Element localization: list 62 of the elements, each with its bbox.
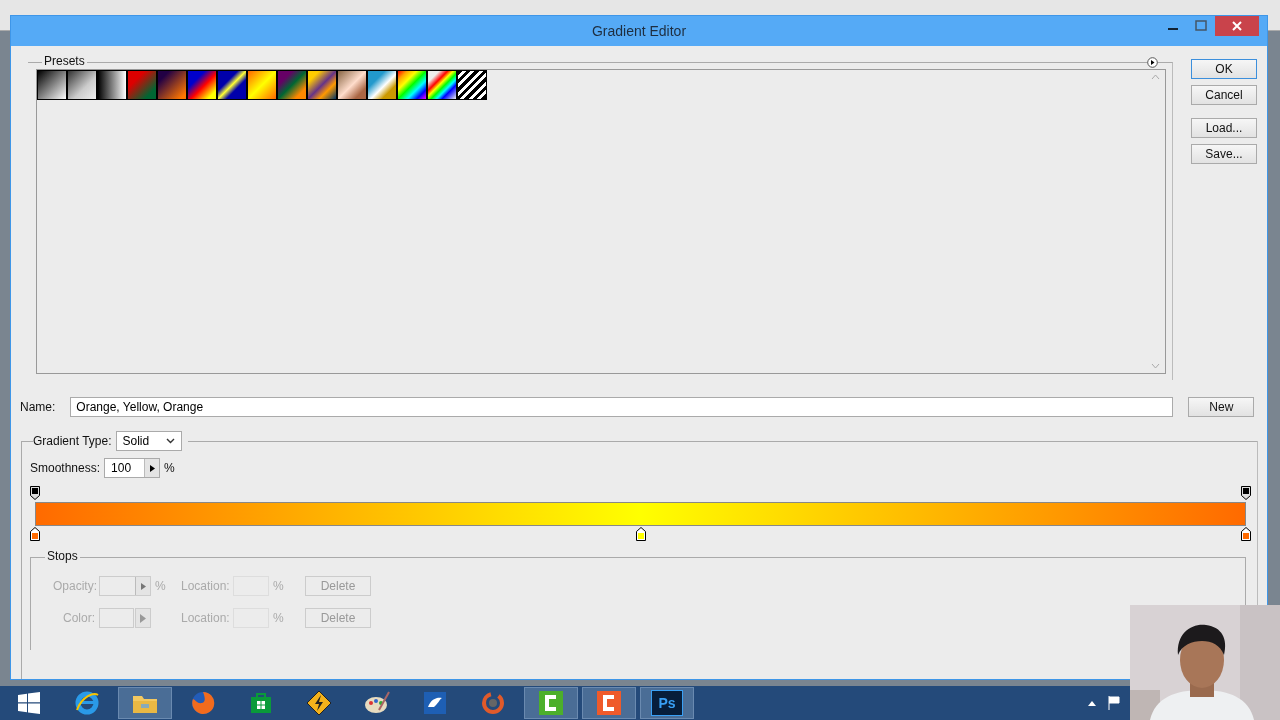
taskbar-button[interactable] xyxy=(582,687,636,719)
taskbar-button[interactable]: Ps xyxy=(640,687,694,719)
dialog-button[interactable]: OK xyxy=(1191,59,1257,79)
name-label: Name: xyxy=(20,400,56,414)
dialog-button[interactable]: Save... xyxy=(1191,144,1257,164)
presets-label: Presets xyxy=(42,54,87,68)
gradient-swatch[interactable] xyxy=(307,70,337,100)
close-icon[interactable] xyxy=(1215,16,1259,36)
color-stop[interactable] xyxy=(635,527,646,541)
gradient-swatch[interactable] xyxy=(157,70,187,100)
ring-icon xyxy=(480,690,506,716)
gradient-swatch[interactable] xyxy=(217,70,247,100)
gradient-swatch[interactable] xyxy=(427,70,457,100)
location-label: Location: xyxy=(181,579,229,593)
gradient-swatch[interactable] xyxy=(457,70,487,100)
dialog-button[interactable]: Load... xyxy=(1191,118,1257,138)
windows-logo-icon xyxy=(17,691,41,715)
dialog-button[interactable]: Cancel xyxy=(1191,85,1257,105)
lightning-icon xyxy=(306,690,332,716)
taskbar-button[interactable] xyxy=(524,687,578,719)
gradient-swatch[interactable] xyxy=(97,70,127,100)
globe-icon xyxy=(190,690,216,716)
opacity-stop[interactable] xyxy=(1241,486,1251,500)
percent-label: % xyxy=(164,461,175,475)
gradient-swatch[interactable] xyxy=(127,70,157,100)
gradient-swatch[interactable] xyxy=(247,70,277,100)
gradient-swatch[interactable] xyxy=(37,70,67,100)
gradient-swatch[interactable] xyxy=(187,70,217,100)
location-label: Location: xyxy=(181,611,229,625)
bird-icon xyxy=(423,691,447,715)
gradient-swatch[interactable] xyxy=(367,70,397,100)
gradient-swatch[interactable] xyxy=(277,70,307,100)
stop-field-label: Color: xyxy=(62,611,95,625)
stop-field-label: Opacity: xyxy=(53,579,95,593)
percent-label: % xyxy=(155,579,167,593)
shopping-bag-icon xyxy=(249,691,273,715)
color-stop[interactable] xyxy=(1241,527,1251,541)
gradient-type-label: Gradient Type: xyxy=(33,434,112,448)
new-button[interactable]: New xyxy=(1188,397,1255,417)
percent-label: % xyxy=(273,611,285,625)
opacity-stop[interactable] xyxy=(30,486,40,500)
name-field[interactable]: Orange, Yellow, Orange xyxy=(70,397,1174,417)
smoothness-field[interactable]: 100 xyxy=(104,458,161,478)
browser-icon xyxy=(74,690,100,716)
window-title: Gradient Editor xyxy=(591,23,687,39)
gradient-swatch[interactable] xyxy=(67,70,97,100)
stops-label: Stops xyxy=(45,549,80,563)
gradient-swatch[interactable] xyxy=(397,70,427,100)
percent-label: % xyxy=(273,579,285,593)
color-stop[interactable] xyxy=(30,527,40,541)
gradient-swatch[interactable] xyxy=(337,70,367,100)
smoothness-label: Smoothness: xyxy=(30,461,101,475)
dropdown-caret-icon xyxy=(165,438,175,444)
bracket-icon xyxy=(538,690,564,716)
arrow-right-icon[interactable] xyxy=(149,464,155,472)
bracket-icon xyxy=(596,690,622,716)
palette-icon xyxy=(363,690,391,716)
opacity-field[interactable] xyxy=(99,576,151,596)
color-field[interactable] xyxy=(99,608,151,628)
tray-arrow-icon[interactable] xyxy=(1088,700,1096,706)
gradient-type-dropdown[interactable]: Solid xyxy=(115,431,182,451)
flag-icon[interactable] xyxy=(1108,696,1120,710)
